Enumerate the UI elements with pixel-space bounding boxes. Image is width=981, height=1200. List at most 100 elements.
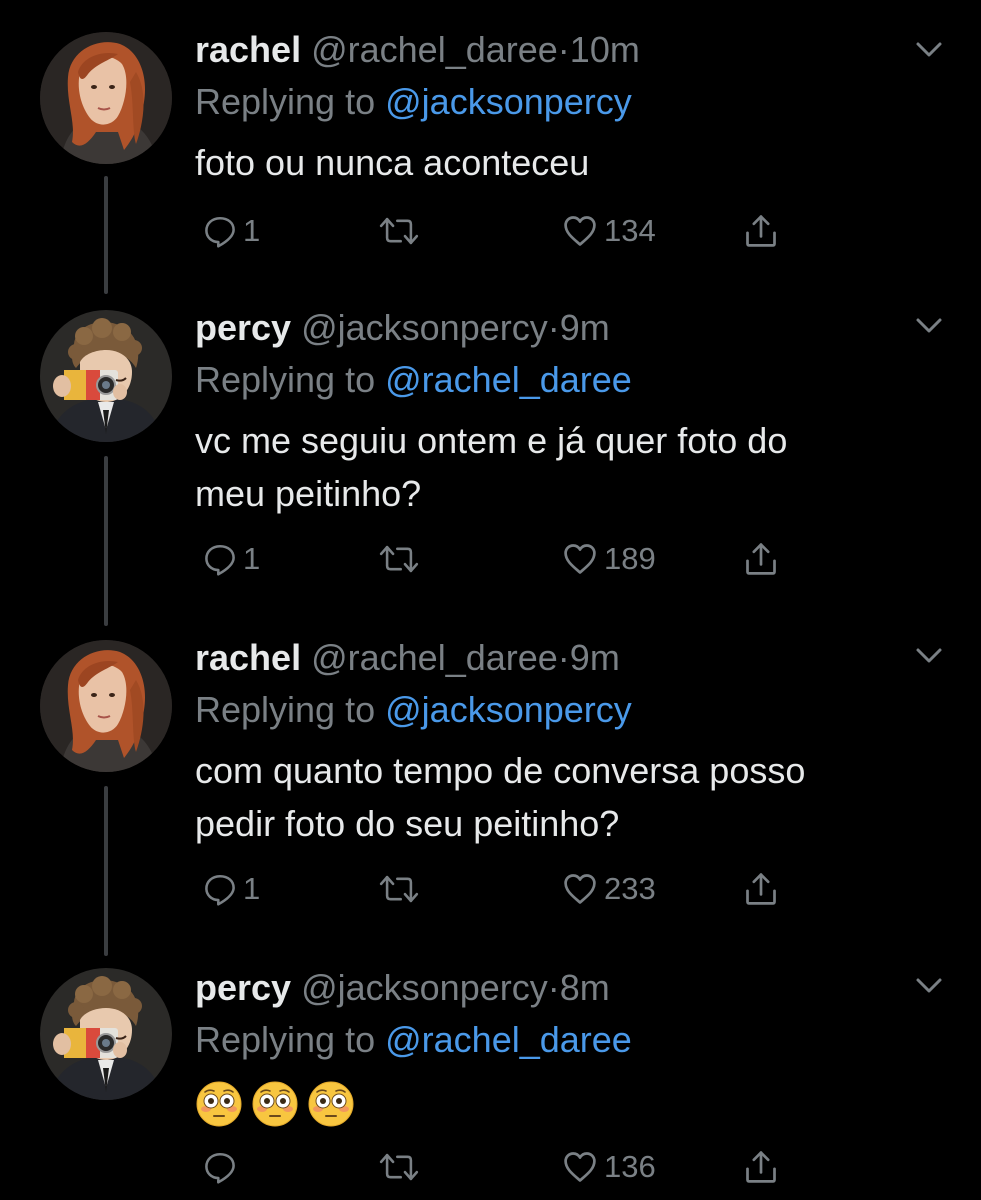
tweet-text-line: foto ou nunca aconteceu [195,142,590,183]
replying-to-label: Replying to [195,81,376,122]
timestamp[interactable]: 9m [570,637,620,678]
retweet-button[interactable] [378,864,420,914]
tweet-text: foto ou nunca aconteceu [195,136,915,189]
tweet-content: percy @jacksonpercy·9m Replying to @rach… [195,302,915,520]
retweet-icon [378,214,420,248]
avatar-red-hair-icon [40,32,172,164]
replying-to-mention[interactable]: @rachel_daree [385,359,632,400]
heart-icon [562,1149,598,1185]
chevron-down-icon[interactable] [915,646,943,666]
reply-count: 1 [243,541,261,576]
share-button[interactable] [743,534,779,584]
share-icon [743,213,779,249]
reply-count: 1 [243,213,261,248]
avatar[interactable] [40,968,172,1100]
replying-to-label: Replying to [195,359,376,400]
user-handle[interactable]: @rachel_daree [311,637,558,678]
avatar-camera-icon [40,968,172,1100]
replying-to-mention[interactable]: @rachel_daree [385,1019,632,1060]
replying-to-line: Replying to @jacksonpercy [195,76,915,128]
tweet-emoji-row [195,1080,915,1128]
tweet-content: rachel @rachel_daree·9m Replying to @jac… [195,632,915,850]
like-button[interactable]: 134 [562,206,656,256]
tweet-header: percy @jacksonpercy·8m [195,962,915,1014]
heart-icon [562,871,598,907]
tweet-text-line: pedir foto do seu peitinho? [195,803,620,844]
display-name[interactable]: percy [195,307,291,348]
chevron-down-icon[interactable] [915,40,943,60]
reply-icon [203,542,237,576]
flushed-face-emoji-icon [251,1080,299,1128]
display-name[interactable]: rachel [195,29,301,70]
tweet-actions: 136 [195,1142,815,1192]
like-count: 134 [604,213,656,248]
avatar[interactable] [40,640,172,772]
timestamp[interactable]: 8m [560,967,610,1008]
replying-to-label: Replying to [195,689,376,730]
replying-to-mention[interactable]: @jacksonpercy [385,81,632,122]
avatar-red-hair-icon [40,640,172,772]
reply-button[interactable]: 1 [203,206,260,256]
share-button[interactable] [743,206,779,256]
avatar[interactable] [40,310,172,442]
user-handle[interactable]: @jacksonpercy [301,307,548,348]
timestamp[interactable]: 9m [560,307,610,348]
replying-to-label: Replying to [195,1019,376,1060]
heart-icon [562,541,598,577]
separator-dot: · [547,967,560,1008]
retweet-button[interactable] [378,1142,420,1192]
reply-icon [203,214,237,248]
share-button[interactable] [743,864,779,914]
reply-button[interactable]: 1 [203,864,260,914]
user-handle[interactable]: @rachel_daree [311,29,558,70]
tweet[interactable]: percy @jacksonpercy·8m Replying to @rach… [0,962,981,1200]
display-name[interactable]: percy [195,967,291,1008]
tweet-header: rachel @rachel_daree·10m [195,24,915,76]
like-button[interactable]: 189 [562,534,656,584]
avatar[interactable] [40,32,172,164]
replying-to-mention[interactable]: @jacksonpercy [385,689,632,730]
retweet-icon [378,1150,420,1184]
tweet-content: rachel @rachel_daree·10m Replying to @ja… [195,24,915,189]
like-count: 189 [604,541,656,576]
flushed-face-emoji-icon [195,1080,243,1128]
tweet-header: rachel @rachel_daree·9m [195,632,915,684]
display-name[interactable]: rachel [195,637,301,678]
like-count: 136 [604,1149,656,1184]
like-button[interactable]: 136 [562,1142,656,1192]
like-button[interactable]: 233 [562,864,656,914]
reply-button[interactable]: 1 [203,534,260,584]
like-count: 233 [604,871,656,906]
tweet[interactable]: percy @jacksonpercy·9m Replying to @rach… [0,302,981,602]
share-button[interactable] [743,1142,779,1192]
replying-to-line: Replying to @rachel_daree [195,354,915,406]
chevron-down-icon[interactable] [915,976,943,996]
tweet-actions: 1 134 [195,206,815,256]
share-icon [743,541,779,577]
tweet-actions: 1 189 [195,534,815,584]
tweet-text-line: meu peitinho? [195,473,422,514]
retweet-button[interactable] [378,534,420,584]
tweet-text: com quanto tempo de conversa posso pedir… [195,744,915,850]
separator-dot: · [557,637,570,678]
flushed-face-emoji-icon [307,1080,355,1128]
retweet-button[interactable] [378,206,420,256]
heart-icon [562,213,598,249]
chevron-down-icon[interactable] [915,316,943,336]
tweet-text: vc me seguiu ontem e já quer foto do meu… [195,414,915,520]
avatar-camera-icon [40,310,172,442]
share-icon [743,1149,779,1185]
tweet[interactable]: rachel @rachel_daree·10m Replying to @ja… [0,24,981,264]
retweet-icon [378,872,420,906]
timestamp[interactable]: 10m [570,29,640,70]
separator-dot: · [547,307,560,348]
tweet[interactable]: rachel @rachel_daree·9m Replying to @jac… [0,632,981,932]
replying-to-line: Replying to @rachel_daree [195,1014,915,1066]
reply-button[interactable] [203,1142,243,1192]
separator-dot: · [557,29,570,70]
share-icon [743,871,779,907]
user-handle[interactable]: @jacksonpercy [301,967,548,1008]
tweet-content: percy @jacksonpercy·8m Replying to @rach… [195,962,915,1128]
tweet-actions: 1 233 [195,864,815,914]
reply-icon [203,872,237,906]
